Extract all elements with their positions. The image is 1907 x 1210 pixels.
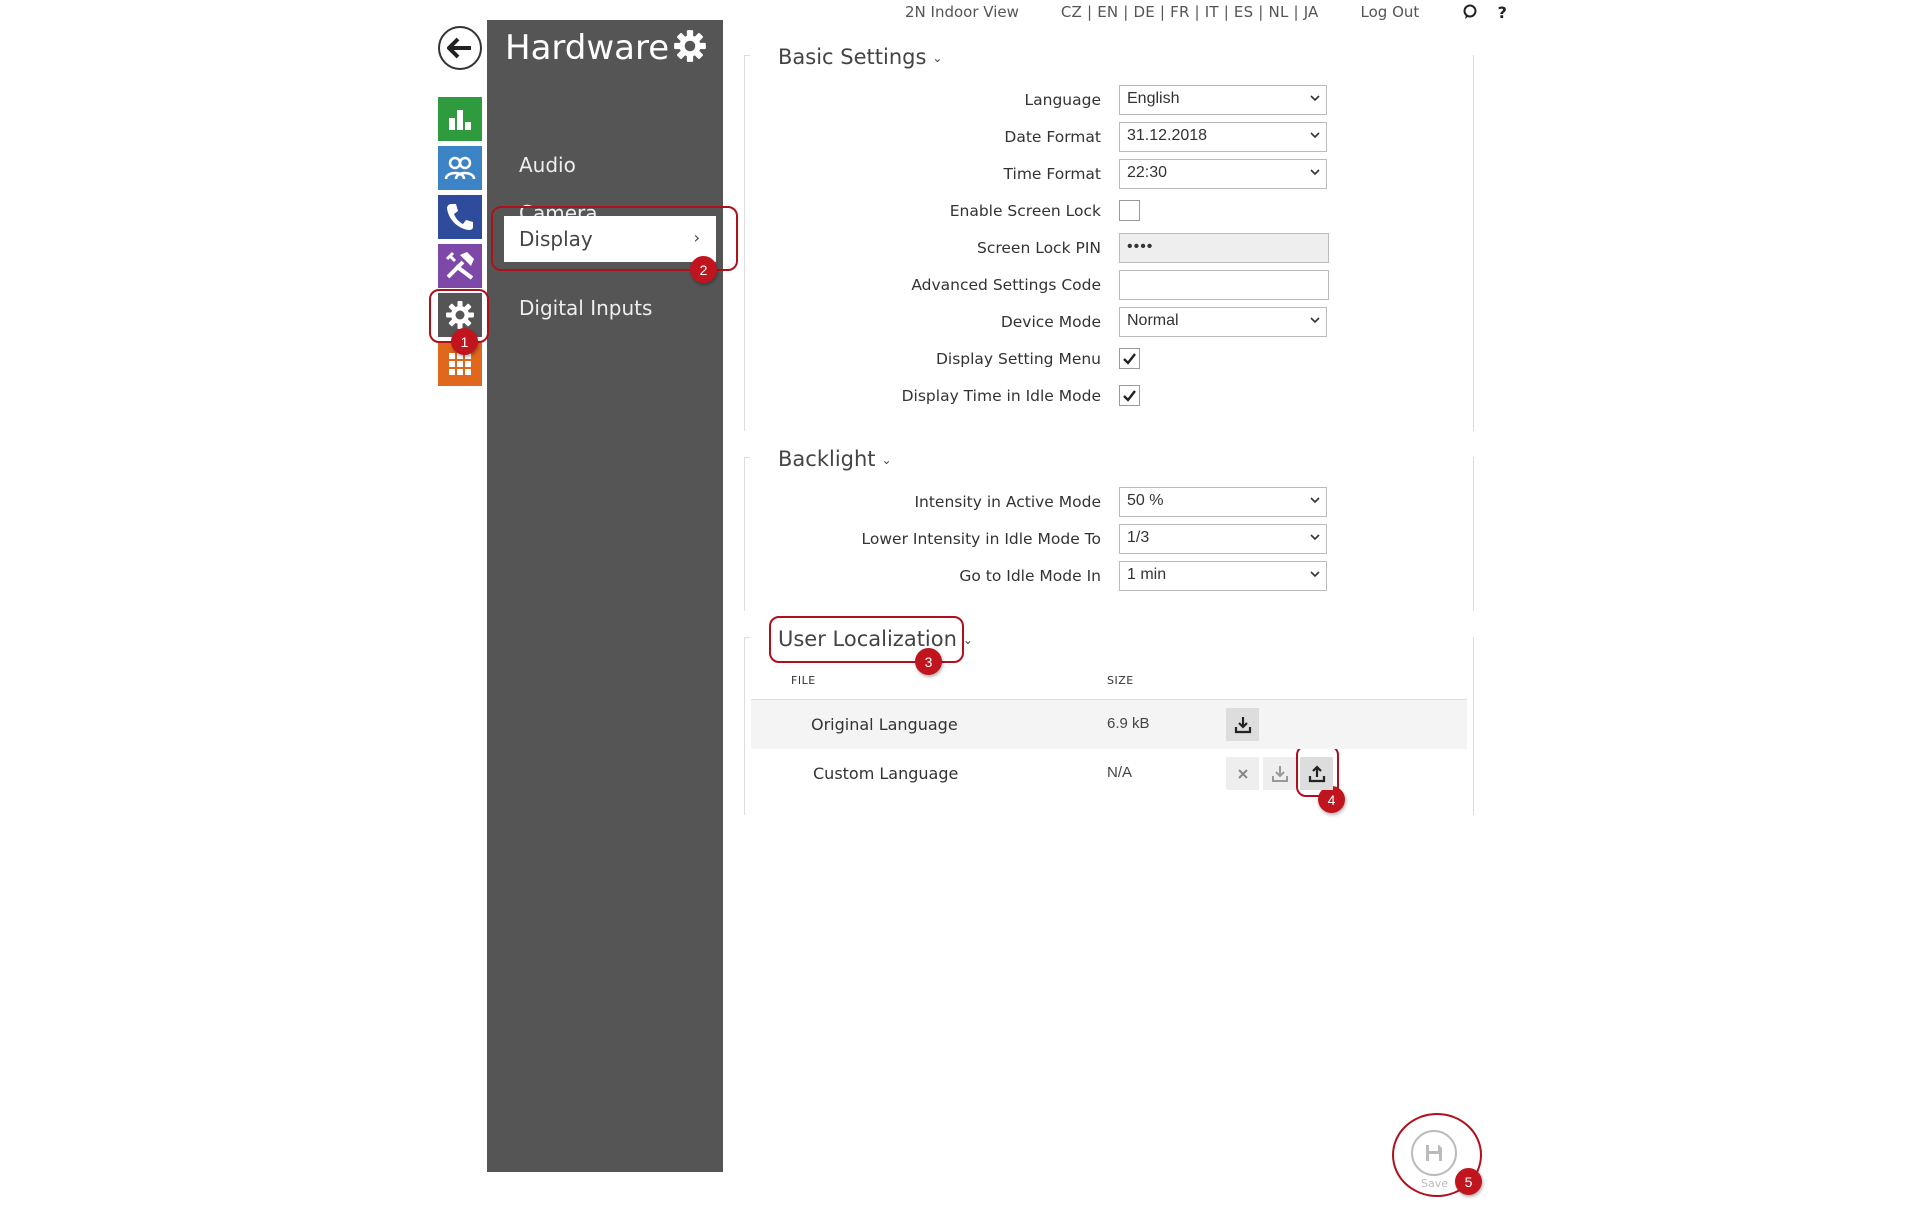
- column-header-file: FILE: [791, 674, 816, 687]
- language-row: Language English: [745, 85, 1475, 115]
- device-mode-label: Device Mode: [1000, 313, 1101, 331]
- column-header-size: SIZE: [1107, 674, 1134, 687]
- date-format-label: Date Format: [1004, 128, 1101, 146]
- chevron-down-icon: [1310, 132, 1320, 139]
- hardware-menu-panel: Hardware Audio Camera Display › Digital I…: [487, 20, 723, 1172]
- calls-tile[interactable]: [438, 195, 482, 239]
- time-format-label: Time Format: [1003, 165, 1101, 183]
- language-switcher[interactable]: CZ | EN | DE | FR | IT | ES | NL | JA: [1061, 3, 1319, 21]
- chevron-down-icon: [1310, 497, 1320, 504]
- directory-tile[interactable]: [438, 146, 482, 190]
- section-header-user-localization[interactable]: User Localization ⌄: [778, 627, 973, 651]
- time-format-select[interactable]: 22:30: [1119, 159, 1327, 189]
- intensity-active-label: Intensity in Active Mode: [914, 493, 1101, 511]
- back-button[interactable]: [438, 26, 482, 70]
- basic-settings-section: Basic Settings ⌄ Language English Date Fo…: [744, 45, 1475, 431]
- language-label: Language: [1024, 91, 1102, 109]
- arrow-left-icon: [447, 37, 471, 59]
- delete-custom-button[interactable]: [1226, 757, 1259, 790]
- lower-intensity-label: Lower Intensity in Idle Mode To: [861, 530, 1101, 548]
- display-time-idle-label: Display Time in Idle Mode: [901, 387, 1101, 405]
- display-setting-menu-row: Display Setting Menu: [745, 344, 1475, 374]
- checkmark-icon: [1123, 352, 1136, 365]
- advanced-code-label: Advanced Settings Code: [911, 276, 1101, 294]
- file-name: Custom Language: [813, 764, 959, 783]
- help-icon[interactable]: ?: [1493, 3, 1511, 22]
- screen-lock-pin-label: Screen Lock PIN: [977, 239, 1101, 257]
- chevron-down-icon: [1310, 169, 1320, 176]
- callout-badge-2: 2: [690, 256, 717, 283]
- callout-badge-1: 1: [451, 328, 478, 355]
- chevron-down-icon: [1310, 317, 1320, 324]
- lower-intensity-row: Lower Intensity in Idle Mode To 1/3: [745, 524, 1475, 554]
- screen-lock-checkbox[interactable]: [1119, 200, 1140, 221]
- section-header-basic-settings[interactable]: Basic Settings ⌄: [778, 45, 942, 69]
- logout-link[interactable]: Log Out: [1361, 3, 1420, 21]
- device-mode-select[interactable]: Normal: [1119, 307, 1327, 337]
- intensity-active-row: Intensity in Active Mode 50 %: [745, 487, 1475, 517]
- table-row: Custom Language N/A: [751, 749, 1467, 798]
- chevron-down-icon: [1310, 95, 1320, 102]
- sidebar-item-label: Audio: [519, 153, 576, 177]
- intensity-active-select[interactable]: 50 %: [1119, 487, 1327, 517]
- download-original-button[interactable]: [1226, 708, 1259, 741]
- idle-mode-in-row: Go to Idle Mode In 1 min: [745, 561, 1475, 591]
- upload-custom-button[interactable]: [1300, 757, 1333, 790]
- display-time-idle-checkbox[interactable]: [1119, 385, 1140, 406]
- chat-icon[interactable]: [1461, 3, 1479, 21]
- floppy-disk-icon: [1426, 1145, 1442, 1161]
- sidebar-item-audio[interactable]: Audio: [487, 142, 723, 188]
- file-name: Original Language: [811, 715, 958, 734]
- user-localization-section: User Localization ⌄ FILE SIZE Original La…: [744, 627, 1474, 815]
- download-icon: [1234, 716, 1251, 733]
- display-setting-menu-label: Display Setting Menu: [935, 350, 1101, 368]
- time-format-row: Time Format 22:30: [745, 159, 1475, 189]
- file-size: N/A: [1107, 764, 1133, 781]
- screen-lock-label: Enable Screen Lock: [949, 202, 1101, 220]
- callout-badge-5: 5: [1455, 1168, 1482, 1195]
- save-button[interactable]: [1411, 1130, 1457, 1176]
- chevron-down-icon: [1310, 534, 1320, 541]
- chevron-down-icon: [1310, 571, 1320, 578]
- backlight-section: Backlight ⌄ Intensity in Active Mode 50 %…: [744, 447, 1475, 611]
- table-row: Original Language 6.9 kB: [751, 700, 1467, 749]
- tools-icon: [445, 251, 474, 280]
- download-custom-button[interactable]: [1263, 757, 1296, 790]
- language-select[interactable]: English: [1119, 85, 1327, 115]
- checkmark-icon: [1123, 389, 1136, 402]
- device-mode-row: Device Mode Normal: [745, 307, 1475, 337]
- sidebar-item-digital-inputs[interactable]: Digital Inputs: [487, 285, 723, 331]
- screen-lock-pin-input[interactable]: ••••: [1119, 233, 1329, 263]
- users-icon: [444, 156, 476, 180]
- idle-mode-in-select[interactable]: 1 min: [1119, 561, 1327, 591]
- advanced-code-row: Advanced Settings Code: [745, 270, 1475, 300]
- advanced-code-input[interactable]: [1119, 270, 1329, 300]
- close-icon: [1237, 768, 1248, 779]
- download-icon: [1271, 765, 1288, 782]
- file-size: 6.9 kB: [1107, 715, 1150, 732]
- lower-intensity-select[interactable]: 1/3: [1119, 524, 1327, 554]
- date-format-row: Date Format 31.12.2018: [745, 122, 1475, 152]
- top-bar: 2N Indoor View CZ | EN | DE | FR | IT | …: [905, 0, 1525, 24]
- panel-title: Hardware: [505, 28, 670, 68]
- indoor-view-link[interactable]: 2N Indoor View: [905, 3, 1019, 21]
- phone-icon: [447, 204, 473, 230]
- display-time-idle-row: Display Time in Idle Mode: [745, 381, 1475, 411]
- date-format-select[interactable]: 31.12.2018: [1119, 122, 1327, 152]
- display-setting-menu-checkbox[interactable]: [1119, 348, 1140, 369]
- idle-mode-in-label: Go to Idle Mode In: [959, 567, 1101, 585]
- status-tile[interactable]: [438, 97, 482, 141]
- settings-gear-icon: [674, 30, 706, 62]
- sidebar-item-label: Digital Inputs: [519, 296, 653, 320]
- services-tile[interactable]: [438, 244, 482, 288]
- section-header-backlight[interactable]: Backlight ⌄: [778, 447, 892, 471]
- screen-lock-row: Enable Screen Lock: [745, 196, 1475, 226]
- upload-icon: [1308, 764, 1325, 782]
- save-label: Save: [1421, 1177, 1449, 1190]
- screen-lock-pin-row: Screen Lock PIN ••••: [745, 233, 1475, 263]
- bar-chart-icon: [449, 110, 471, 130]
